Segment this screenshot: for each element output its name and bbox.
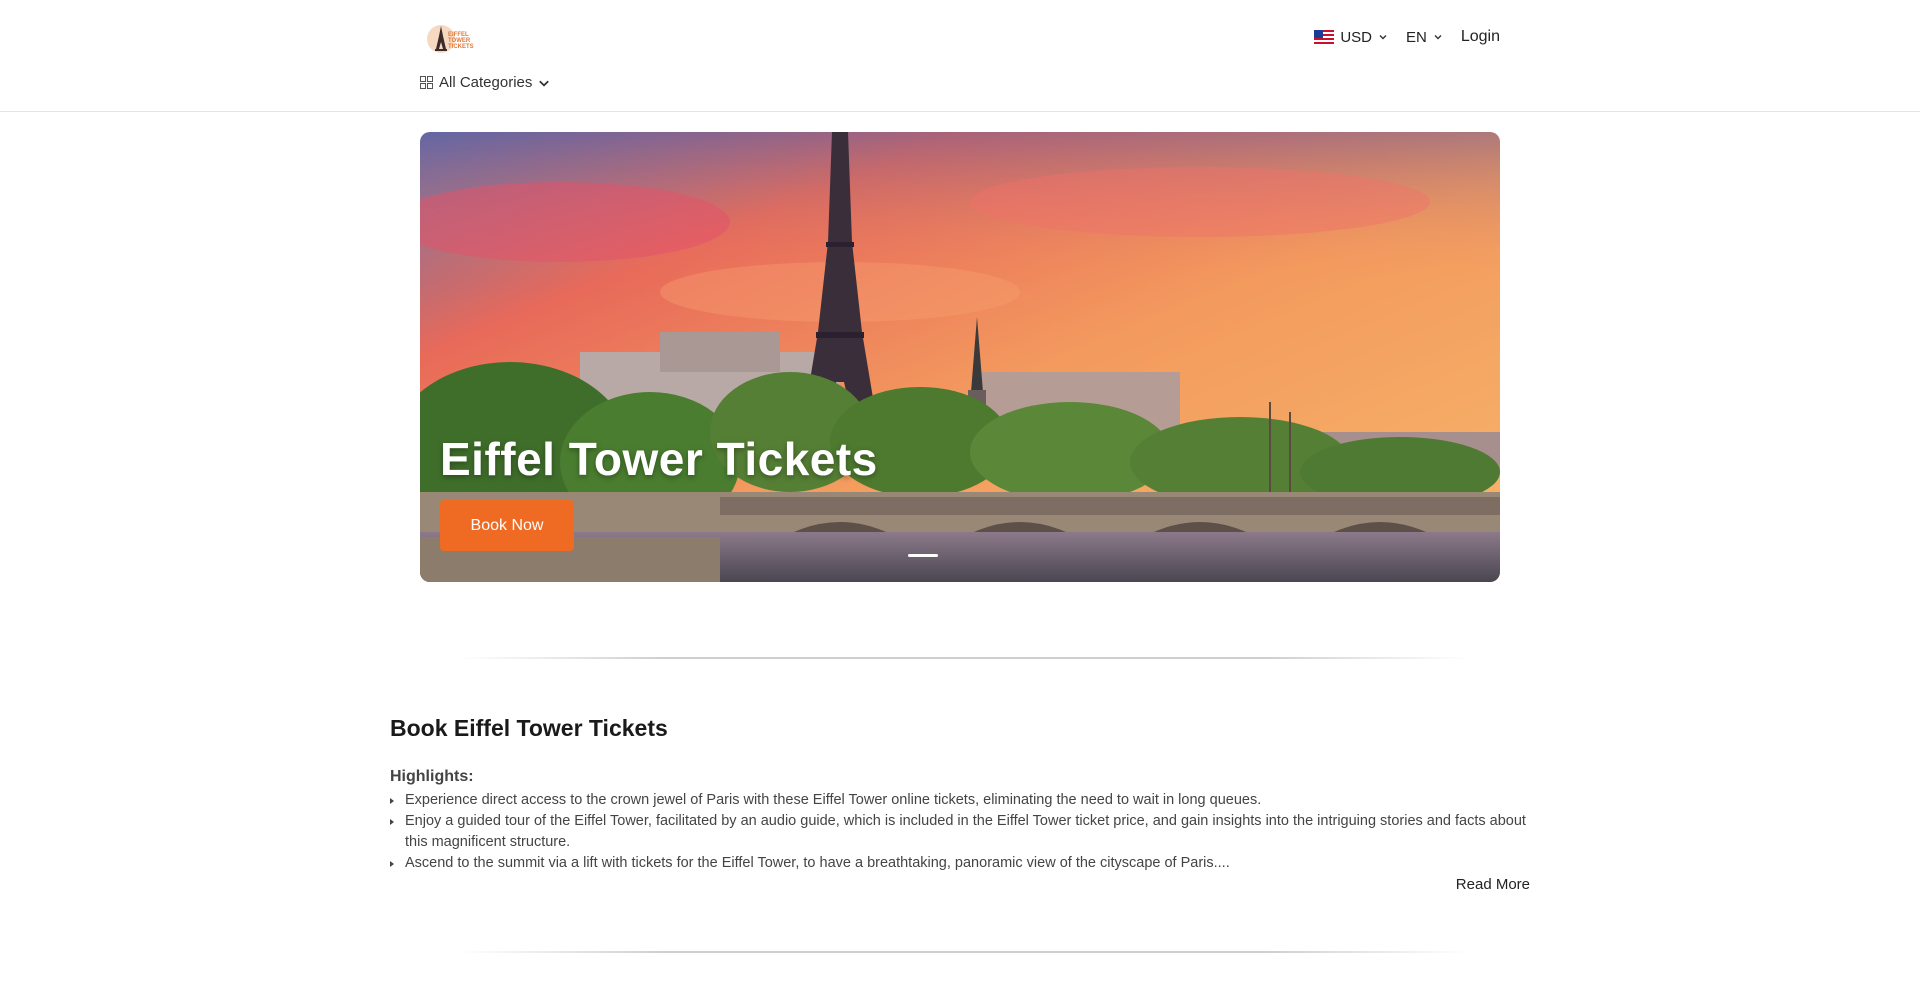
carousel-dot-active[interactable]	[908, 554, 938, 557]
highlights-list: Experience direct access to the crown je…	[390, 790, 1530, 874]
book-now-button[interactable]: Book Now	[440, 500, 574, 551]
hero-title: Eiffel Tower Tickets	[440, 433, 878, 485]
hero-image	[420, 132, 1500, 582]
categories-label: All Categories	[439, 74, 533, 91]
site-header: EIFFEL TOWER TICKETS USD EN Login All Ca…	[0, 0, 1920, 112]
svg-text:TICKETS: TICKETS	[448, 44, 474, 50]
chevron-down-icon	[1434, 35, 1442, 40]
section-divider	[460, 657, 1470, 659]
login-link[interactable]: Login	[1461, 28, 1500, 46]
section-divider	[460, 951, 1470, 953]
all-categories-menu[interactable]: All Categories	[420, 74, 550, 91]
language-label: EN	[1406, 28, 1427, 46]
highlight-item: Experience direct access to the crown je…	[390, 790, 1530, 811]
language-selector[interactable]: EN	[1406, 29, 1443, 46]
read-more-link[interactable]: Read More	[1456, 876, 1530, 893]
highlights-heading: Highlights:	[390, 768, 474, 785]
currency-label: USD	[1340, 28, 1372, 46]
grid-icon	[420, 76, 433, 89]
top-nav: USD EN Login	[1314, 28, 1500, 46]
highlight-item: Enjoy a guided tour of the Eiffel Tower,…	[390, 811, 1530, 853]
highlight-item: Ascend to the summit via a lift with tic…	[390, 853, 1530, 874]
us-flag-icon	[1314, 30, 1335, 44]
chevron-down-icon	[539, 80, 550, 87]
currency-selector[interactable]: USD	[1314, 29, 1388, 46]
site-logo[interactable]: EIFFEL TOWER TICKETS	[424, 22, 478, 56]
hero-banner: Eiffel Tower Tickets Book Now	[420, 132, 1500, 582]
section-title: Book Eiffel Tower Tickets	[390, 715, 668, 741]
chevron-down-icon	[1379, 35, 1387, 40]
carousel-indicators	[908, 554, 938, 557]
